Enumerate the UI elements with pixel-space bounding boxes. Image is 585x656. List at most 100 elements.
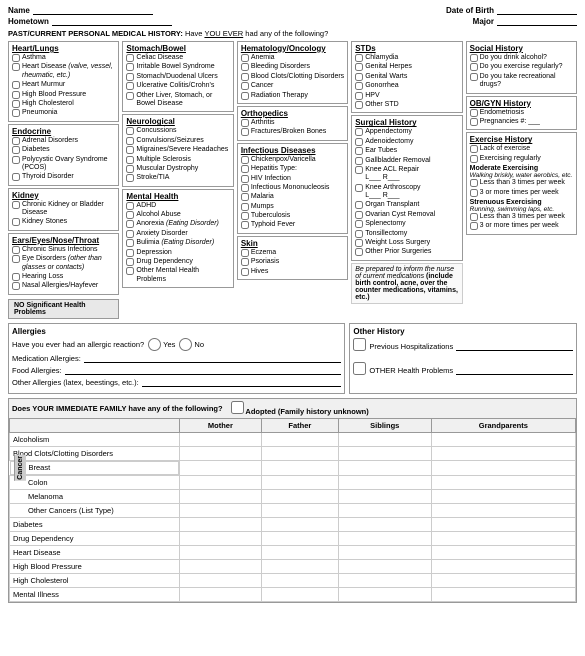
muscular-check[interactable] bbox=[126, 165, 134, 173]
hepatitis-check[interactable] bbox=[241, 165, 249, 173]
ovarian-check[interactable] bbox=[355, 211, 363, 219]
anorexia-check[interactable] bbox=[126, 220, 134, 228]
colitis-check[interactable] bbox=[126, 82, 134, 90]
depression-check[interactable] bbox=[126, 249, 134, 257]
mono-check[interactable] bbox=[241, 184, 249, 192]
hives-check[interactable] bbox=[241, 268, 249, 276]
endometriosis-check[interactable] bbox=[470, 109, 478, 117]
other-surgery-check[interactable] bbox=[355, 248, 363, 256]
other-std-check[interactable] bbox=[355, 101, 363, 109]
radiation-check[interactable] bbox=[241, 92, 249, 100]
arthritis-check[interactable] bbox=[241, 119, 249, 127]
herpes-check[interactable] bbox=[355, 63, 363, 71]
allergy-no-radio[interactable] bbox=[179, 338, 192, 351]
ear-tubes-check[interactable] bbox=[355, 147, 363, 155]
chickenpox-check[interactable] bbox=[241, 156, 249, 164]
str-less3-check[interactable] bbox=[470, 213, 478, 221]
kidney-stones-check[interactable] bbox=[12, 218, 20, 226]
high-bp-check[interactable] bbox=[12, 91, 20, 99]
alcohol-abuse-check[interactable] bbox=[126, 211, 134, 219]
heart-disease-check[interactable] bbox=[12, 63, 20, 71]
adopted-check[interactable] bbox=[231, 401, 244, 414]
table-row: Cancer Breast bbox=[10, 460, 576, 475]
tonsillectomy-check[interactable] bbox=[355, 230, 363, 238]
drug-dep-check[interactable] bbox=[126, 258, 134, 266]
medical-columns: Heart/Lungs Asthma Heart Disease (valve,… bbox=[8, 41, 577, 319]
asthma-check[interactable] bbox=[12, 54, 20, 62]
ibs-check[interactable] bbox=[126, 63, 134, 71]
knee-arthro-check[interactable] bbox=[355, 184, 363, 192]
other-health-check[interactable] bbox=[353, 362, 366, 375]
ms-check[interactable] bbox=[126, 156, 134, 164]
tb-check[interactable] bbox=[241, 212, 249, 220]
other-bowel-check[interactable] bbox=[126, 92, 134, 100]
eczema-check[interactable] bbox=[241, 249, 249, 257]
seizure-check[interactable] bbox=[126, 137, 134, 145]
stroke-check[interactable] bbox=[126, 174, 134, 182]
mumps-check[interactable] bbox=[241, 203, 249, 211]
celiac-check[interactable] bbox=[126, 54, 134, 62]
table-row: Other Cancers (List Type) bbox=[10, 503, 576, 517]
exercise-reg-check[interactable] bbox=[470, 63, 478, 71]
hiv-check[interactable] bbox=[241, 175, 249, 183]
list-item: Gallbladder Removal bbox=[355, 157, 458, 165]
bulimia-check[interactable] bbox=[126, 239, 134, 247]
diabetes-check[interactable] bbox=[12, 146, 20, 154]
str-3plus-check[interactable] bbox=[470, 222, 478, 230]
typhoid-check[interactable] bbox=[241, 221, 249, 229]
organ-transplant-check[interactable] bbox=[355, 201, 363, 209]
cancer-check[interactable] bbox=[241, 82, 249, 90]
hpv-check[interactable] bbox=[355, 92, 363, 100]
list-item: Cancer bbox=[241, 82, 344, 90]
chlamydia-check[interactable] bbox=[355, 54, 363, 62]
list-item: Alcohol Abuse bbox=[126, 211, 229, 219]
mod-less3-check[interactable] bbox=[470, 179, 478, 187]
blood-clots-check[interactable] bbox=[241, 73, 249, 81]
kidney-disease-check[interactable] bbox=[12, 201, 20, 209]
adrenal-check[interactable] bbox=[12, 137, 20, 145]
weight-loss-surg-check[interactable] bbox=[355, 239, 363, 247]
eye-check[interactable] bbox=[12, 255, 20, 263]
heart-murmur-check[interactable] bbox=[12, 81, 20, 89]
hearing-check[interactable] bbox=[12, 273, 20, 281]
fractures-check[interactable] bbox=[241, 128, 249, 136]
migraine-check[interactable] bbox=[126, 146, 134, 154]
anemia-check[interactable] bbox=[241, 54, 249, 62]
warts-check[interactable] bbox=[355, 73, 363, 81]
psoriasis-check[interactable] bbox=[241, 258, 249, 266]
pcos-check[interactable] bbox=[12, 156, 20, 164]
list-item: Thyroid Disorder bbox=[12, 173, 115, 181]
malaria-check[interactable] bbox=[241, 193, 249, 201]
no-sig-button[interactable]: NO Significant Health Problems bbox=[8, 299, 119, 319]
sinus-check[interactable] bbox=[12, 246, 20, 254]
thyroid-check[interactable] bbox=[12, 173, 20, 181]
pneumonia-check[interactable] bbox=[12, 109, 20, 117]
adenoidectomy-check[interactable] bbox=[355, 138, 363, 146]
anxiety-check[interactable] bbox=[126, 230, 134, 238]
nasal-check[interactable] bbox=[12, 282, 20, 290]
gallbladder-check[interactable] bbox=[355, 157, 363, 165]
bleeding-check[interactable] bbox=[241, 63, 249, 71]
lack-exercise-check[interactable] bbox=[470, 145, 478, 153]
endocrine-title: Endocrine bbox=[12, 127, 115, 136]
pregnancies-check[interactable] bbox=[470, 118, 478, 126]
mod-3plus-check[interactable] bbox=[470, 189, 478, 197]
exercising-reg-check[interactable] bbox=[470, 155, 478, 163]
allergy-yes-radio[interactable] bbox=[148, 338, 161, 351]
other-mental-check[interactable] bbox=[126, 267, 134, 275]
splenectomy-check[interactable] bbox=[355, 220, 363, 228]
lower-section: Allergies Have you ever had an allergic … bbox=[8, 323, 577, 394]
gonorrhea-check[interactable] bbox=[355, 82, 363, 90]
other-health-label: OTHER Health Problems bbox=[369, 366, 453, 375]
drugs-check[interactable] bbox=[470, 73, 478, 81]
acl-check[interactable] bbox=[355, 166, 363, 174]
alcohol-check[interactable] bbox=[470, 54, 478, 62]
adhd-check[interactable] bbox=[126, 202, 134, 210]
ulcers-check[interactable] bbox=[126, 73, 134, 81]
high-chol-check[interactable] bbox=[12, 100, 20, 108]
list-item: Ovarian Cyst Removal bbox=[355, 211, 458, 219]
infectious-box: Infectious Diseases Chickenpox/Varicella… bbox=[237, 143, 348, 234]
concussion-check[interactable] bbox=[126, 127, 134, 135]
appendectomy-check[interactable] bbox=[355, 128, 363, 136]
prev-hosp-check[interactable] bbox=[353, 338, 366, 351]
